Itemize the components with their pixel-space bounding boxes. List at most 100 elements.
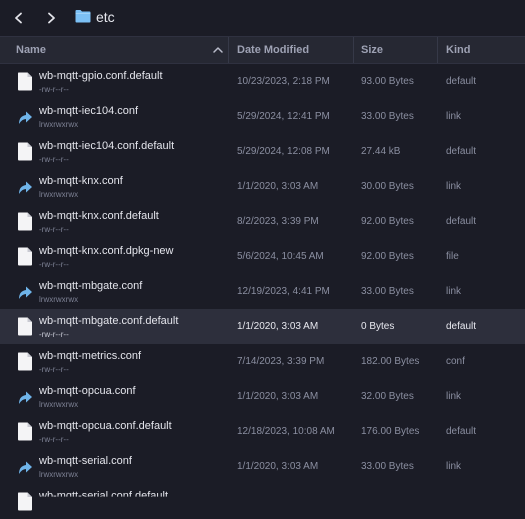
file-size: 30.00 Bytes bbox=[361, 181, 414, 192]
file-icon bbox=[18, 72, 32, 91]
file-size: 33.00 Bytes bbox=[361, 286, 414, 297]
file-size: 27.44 kB bbox=[361, 146, 401, 157]
file-date-modified: 5/6/2024, 10:45 AM bbox=[237, 251, 324, 262]
file-date-modified: 1/1/2020, 3:03 AM bbox=[237, 181, 319, 192]
file-name: wb-mqtt-iec104.conf bbox=[39, 105, 139, 117]
file-row[interactable]: wb-mqtt-knx.conf.dpkg-new -rw-r--r-- 5/6/2… bbox=[0, 239, 525, 274]
file-size: 93.00 Bytes bbox=[361, 76, 414, 87]
file-size: 33.00 Bytes bbox=[361, 461, 414, 472]
file-row[interactable]: wb-mqtt-gpio.conf.default -rw-r--r-- 10/23… bbox=[0, 64, 525, 99]
file-date-modified: 8/2/2023, 3:39 PM bbox=[237, 216, 319, 227]
file-kind: file bbox=[446, 251, 459, 262]
file-row[interactable]: wb-mqtt-opcua.conf lrwxrwxrwx 1/1/2020, 3:… bbox=[0, 379, 525, 414]
file-icon bbox=[18, 492, 32, 511]
file-size: 92.00 Bytes bbox=[361, 251, 414, 262]
file-permissions: -rw-r--r-- bbox=[39, 365, 69, 374]
file-name: wb-mqtt-knx.conf.default bbox=[39, 210, 159, 222]
back-button[interactable] bbox=[7, 6, 31, 30]
file-row[interactable]: wb-mqtt-knx.conf lrwxrwxrwx 1/1/2020, 3:03… bbox=[0, 169, 525, 204]
file-permissions: -rw-r--r-- bbox=[39, 155, 69, 164]
file-size: 32.00 Bytes bbox=[361, 391, 414, 402]
file-size: 92.00 Bytes bbox=[361, 216, 414, 227]
file-kind: default bbox=[446, 76, 477, 87]
file-permissions: -rw-r--r-- bbox=[39, 85, 69, 94]
file-kind: link bbox=[446, 391, 462, 402]
file-permissions: -rw-r--r-- bbox=[39, 225, 69, 234]
file-name: wb-mqtt-mbgate.conf.default bbox=[39, 315, 179, 327]
file-name: wb-mqtt-gpio.conf.default bbox=[39, 70, 163, 82]
file-name: wb-mqtt-knx.conf bbox=[39, 175, 123, 187]
file-permissions: lrwxrwxrwx bbox=[39, 400, 79, 409]
file-date-modified: 1/1/2020, 3:03 AM bbox=[237, 321, 319, 332]
file-permissions: -rw-r--r-- bbox=[39, 260, 69, 269]
file-kind: default bbox=[446, 216, 477, 227]
file-size: 176.00 Bytes bbox=[361, 426, 420, 437]
file-date-modified: 7/14/2023, 3:39 PM bbox=[237, 356, 325, 367]
file-row[interactable]: wb-mqtt-knx.conf.default -rw-r--r-- 8/2/20… bbox=[0, 204, 525, 239]
file-row[interactable]: wb-mqtt-metrics.conf -rw-r--r-- 7/14/2023,… bbox=[0, 344, 525, 379]
file-permissions: lrwxrwxrwx bbox=[39, 120, 79, 129]
file-name: wb-mqtt-opcua.conf bbox=[39, 385, 136, 397]
file-date-modified: 12/19/2023, 4:41 PM bbox=[237, 286, 330, 297]
file-icon bbox=[18, 142, 32, 161]
file-kind: default bbox=[446, 426, 477, 437]
file-date-modified: 1/1/2020, 3:03 AM bbox=[237, 461, 319, 472]
file-kind: link bbox=[446, 111, 462, 122]
file-name: wb-mqtt-serial.conf.default bbox=[39, 490, 168, 502]
file-name: wb-mqtt-metrics.conf bbox=[39, 350, 142, 362]
forward-button[interactable] bbox=[39, 6, 63, 30]
column-divider[interactable] bbox=[353, 37, 354, 63]
file-name: wb-mqtt-knx.conf.dpkg-new bbox=[39, 245, 174, 257]
file-name: wb-mqtt-serial.conf bbox=[39, 455, 132, 467]
file-permissions: lrwxrwxrwx bbox=[39, 295, 79, 304]
column-name[interactable]: Name bbox=[16, 37, 46, 63]
file-date-modified: 5/29/2024, 12:41 PM bbox=[237, 111, 330, 122]
link-icon bbox=[19, 461, 32, 474]
file-row[interactable]: wb-mqtt-mbgate.conf lrwxrwxrwx 12/19/2023,… bbox=[0, 274, 525, 309]
current-path[interactable]: etc bbox=[96, 9, 115, 25]
file-permissions: lrwxrwxrwx bbox=[39, 190, 79, 199]
link-icon bbox=[19, 111, 32, 124]
column-size[interactable]: Size bbox=[361, 37, 383, 63]
column-divider[interactable] bbox=[228, 37, 229, 63]
file-kind: link bbox=[446, 181, 462, 192]
file-row[interactable]: wb-mqtt-iec104.conf lrwxrwxrwx 5/29/2024, … bbox=[0, 99, 525, 134]
sort-up-icon[interactable] bbox=[212, 44, 224, 56]
chevron-left-icon bbox=[15, 12, 22, 24]
toolbar: etc bbox=[0, 0, 525, 36]
file-size: 182.00 Bytes bbox=[361, 356, 420, 367]
file-permissions: -rw-r--r-- bbox=[39, 435, 69, 444]
file-row[interactable]: wb-mqtt-serial.conf.default bbox=[0, 484, 525, 519]
file-date-modified: 5/29/2024, 12:08 PM bbox=[237, 146, 330, 157]
file-kind: conf bbox=[446, 356, 465, 367]
file-icon bbox=[18, 317, 32, 336]
file-icon bbox=[18, 352, 32, 371]
column-divider[interactable] bbox=[437, 37, 438, 63]
chevron-right-icon bbox=[48, 12, 55, 24]
link-icon bbox=[19, 286, 32, 299]
file-kind: link bbox=[446, 461, 462, 472]
file-icon bbox=[18, 212, 32, 231]
column-date-modified[interactable]: Date Modified bbox=[237, 37, 309, 63]
file-name: wb-mqtt-mbgate.conf bbox=[39, 280, 143, 292]
file-date-modified: 1/1/2020, 3:03 AM bbox=[237, 391, 319, 402]
link-icon bbox=[19, 391, 32, 404]
file-icon bbox=[18, 247, 32, 266]
file-name: wb-mqtt-opcua.conf.default bbox=[39, 420, 172, 432]
file-row[interactable]: wb-mqtt-iec104.conf.default -rw-r--r-- 5/2… bbox=[0, 134, 525, 169]
file-kind: link bbox=[446, 286, 462, 297]
column-kind[interactable]: Kind bbox=[446, 37, 470, 63]
folder-icon bbox=[75, 10, 91, 23]
file-kind: default bbox=[446, 146, 477, 157]
file-icon bbox=[18, 422, 32, 441]
file-kind: default bbox=[446, 321, 477, 332]
file-date-modified: 10/23/2023, 2:18 PM bbox=[237, 76, 330, 87]
file-row[interactable]: wb-mqtt-mbgate.conf.default -rw-r--r-- 1/1… bbox=[0, 309, 525, 344]
file-permissions: lrwxrwxrwx bbox=[39, 470, 79, 479]
file-row[interactable]: wb-mqtt-opcua.conf.default -rw-r--r-- 12/1… bbox=[0, 414, 525, 449]
file-permissions: -rw-r--r-- bbox=[39, 330, 69, 339]
column-header: Name Date Modified Size Kind bbox=[0, 36, 525, 64]
file-row[interactable]: wb-mqtt-serial.conf lrwxrwxrwx 1/1/2020, 3… bbox=[0, 449, 525, 484]
file-size: 33.00 Bytes bbox=[361, 111, 414, 122]
file-size: 0 Bytes bbox=[361, 321, 395, 332]
